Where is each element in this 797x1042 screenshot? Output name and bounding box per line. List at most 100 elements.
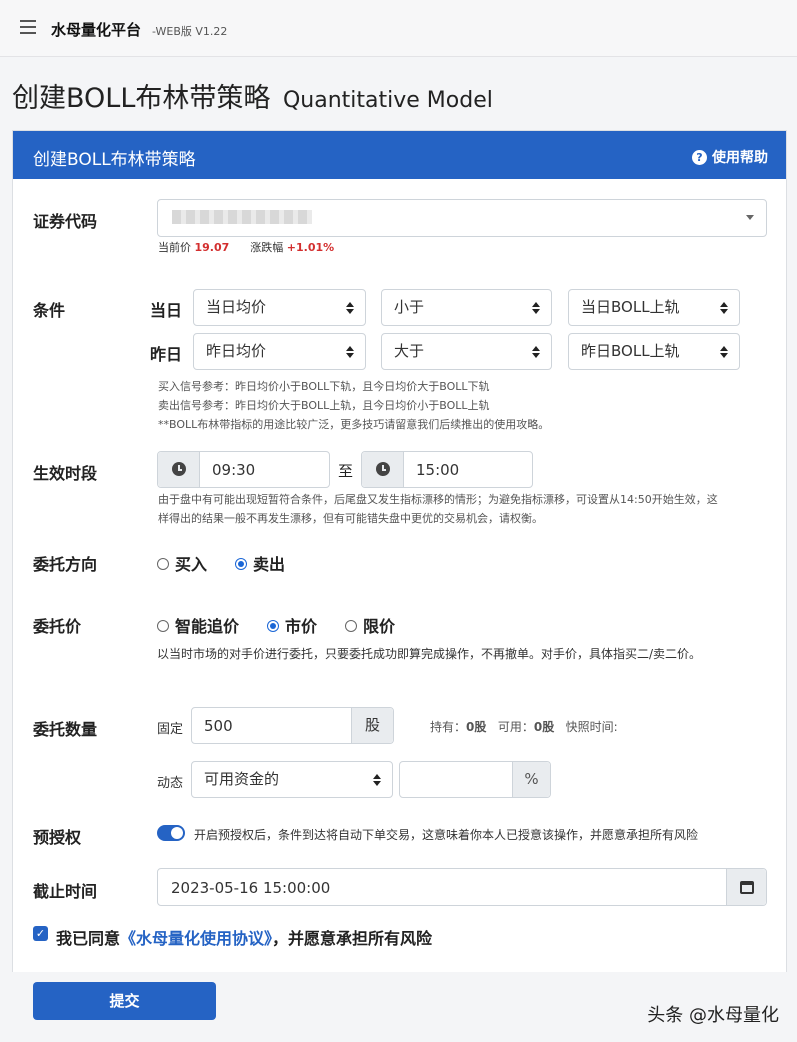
radio-off-icon <box>157 620 169 632</box>
help-label: 使用帮助 <box>712 150 768 166</box>
updown-icon <box>532 346 540 351</box>
updown-icon-lower <box>720 353 728 358</box>
quantity-label: 委托数量 <box>33 720 98 739</box>
watermark: 头条 @水母量化 <box>647 1005 779 1026</box>
period-label: 生效时段 <box>33 464 98 483</box>
fixed-label: 固定 <box>157 722 184 737</box>
signal-hints: 买入信号参考：昨日均价小于BOLL下轨，且今日均价大于BOLL下轨 卖出信号参考… <box>158 377 549 434</box>
direction-label: 委托方向 <box>33 555 98 574</box>
today-op-value: 小于 <box>394 298 425 316</box>
card-title: 创建BOLL布林带策略 <box>33 150 196 170</box>
yesterday-right-select[interactable]: 昨日BOLL上轨 <box>568 333 740 370</box>
updown-icon <box>720 302 728 307</box>
snapshot-label: 快照时间: <box>565 720 618 734</box>
start-time-input[interactable]: 09:30 <box>157 451 330 488</box>
pct-input[interactable]: % <box>399 761 551 798</box>
yesterday-op-value: 大于 <box>394 342 425 360</box>
price-note: 以当时市场的对手价进行委托，只要委托成功即算完成操作，不再撤单。对手价，具体指买… <box>157 647 702 661</box>
agreement-prefix: 我已同意 <box>56 929 121 948</box>
yesterday-op-select[interactable]: 大于 <box>381 333 552 370</box>
agreement-link[interactable]: 《水母量化使用协议》 <box>120 929 272 948</box>
conditions-label: 条件 <box>33 301 66 320</box>
updown-icon-lower <box>532 309 540 314</box>
preauth-label: 预授权 <box>33 828 82 847</box>
today-right-select[interactable]: 当日BOLL上轨 <box>568 289 740 326</box>
price-smart-radio[interactable]: 智能追价 <box>157 613 239 637</box>
page-title-main: 创建BOLL布林带策略 <box>12 83 271 114</box>
menu-icon[interactable] <box>20 20 36 34</box>
today-op-select[interactable]: 小于 <box>381 289 552 326</box>
direction-buy-radio[interactable]: 买入 <box>157 551 207 575</box>
deadline-value: 2023-05-16 15:00:00 <box>171 879 331 897</box>
radio-on-icon <box>235 558 247 570</box>
updown-icon <box>346 346 354 351</box>
change-label: 涨跌幅 <box>250 241 284 254</box>
preauth-text: 开启预授权后，条件到达将自动下单交易，这意味着你本人已授意该操作，并愿意承担所有… <box>194 828 699 842</box>
help-link[interactable]: ? 使用帮助 <box>692 147 768 167</box>
limit-label: 限价 <box>363 617 396 636</box>
app-name: 水母量化平台 <box>51 21 142 39</box>
updown-icon <box>532 302 540 307</box>
buy-label: 买入 <box>175 555 208 574</box>
calendar-addon[interactable] <box>726 869 766 905</box>
yesterday-left-value: 昨日均价 <box>206 342 267 360</box>
today-left-select[interactable]: 当日均价 <box>193 289 366 326</box>
check-icon: ✓ <box>35 927 46 940</box>
unit-addon: 股 <box>351 708 393 743</box>
fixed-qty-input[interactable]: 500 股 <box>191 707 394 744</box>
hint-sell: 卖出信号参考：昨日均价大于BOLL上轨，且今日均价小于BOLL上轨 <box>158 399 490 412</box>
updown-icon-lower <box>346 353 354 358</box>
period-note: 由于盘中有可能出现短暂符合条件，后尾盘又发生指标漂移的情形；为避免指标漂移，可设… <box>158 490 718 528</box>
end-time-value: 15:00 <box>416 461 460 479</box>
clock-icon <box>375 462 390 476</box>
hint-note: **BOLL布林带指标的用途比较广泛，更多技巧请留意我们后续推出的使用攻略。 <box>158 418 550 431</box>
fixed-qty-value: 500 <box>204 717 233 735</box>
deadline-input[interactable]: 2023-05-16 15:00:00 <box>157 868 767 906</box>
price-label: 委托价 <box>33 617 82 636</box>
deadline-label: 截止时间 <box>33 882 98 901</box>
security-select[interactable] <box>157 199 767 237</box>
calendar-icon <box>739 881 754 894</box>
dynamic-select[interactable]: 可用资金的 <box>191 761 393 798</box>
start-time-value: 09:30 <box>212 461 256 479</box>
agreement-checkbox[interactable]: ✓ <box>33 926 48 941</box>
change-value: +1.01% <box>286 241 335 254</box>
page-title: 创建BOLL布林带策略 Quantitative Model <box>12 76 493 115</box>
updown-icon <box>346 302 354 307</box>
direction-sell-radio[interactable]: 卖出 <box>235 551 285 575</box>
smart-label: 智能追价 <box>175 617 240 636</box>
hint-buy: 买入信号参考：昨日均价小于BOLL下轨，且今日均价大于BOLL下轨 <box>158 380 490 393</box>
price-info: 当前价 19.07 涨跌幅 +1.01% <box>158 238 334 257</box>
hold-label: 持有： <box>430 720 467 734</box>
caret-down-icon <box>746 215 754 220</box>
updown-icon-lower <box>373 781 381 786</box>
dynamic-label: 动态 <box>157 776 184 791</box>
today-label: 当日 <box>150 301 183 320</box>
price-limit-radio[interactable]: 限价 <box>345 613 395 637</box>
end-clock-addon <box>362 452 404 487</box>
updown-icon <box>720 346 728 351</box>
question-icon: ? <box>692 150 707 165</box>
avail-label: 可用： <box>497 720 534 734</box>
preauth-toggle[interactable] <box>157 825 185 841</box>
card-header: 创建BOLL布林带策略 ? 使用帮助 <box>13 131 786 179</box>
yesterday-label: 昨日 <box>150 345 183 364</box>
clock-icon <box>171 462 186 476</box>
submit-button[interactable]: 提交 <box>33 982 216 1020</box>
agreement-suffix: ，并愿意承担所有风险 <box>272 929 433 948</box>
current-price: 19.07 <box>194 241 230 254</box>
end-time-input[interactable]: 15:00 <box>361 451 533 488</box>
top-bar: 水母量化平台 -WEB版 V1.22 <box>0 0 797 57</box>
yesterday-left-select[interactable]: 昨日均价 <box>193 333 366 370</box>
market-label: 市价 <box>285 617 318 636</box>
updown-icon-lower <box>532 353 540 358</box>
updown-icon-lower <box>720 309 728 314</box>
dynamic-select-value: 可用资金的 <box>204 770 280 788</box>
today-left-value: 当日均价 <box>206 298 267 316</box>
avail-value: 0股 <box>533 720 555 734</box>
radio-off-icon <box>157 558 169 570</box>
app-version: -WEB版 V1.22 <box>152 25 228 38</box>
yesterday-right-value: 昨日BOLL上轨 <box>581 342 680 360</box>
radio-on-icon <box>267 620 279 632</box>
price-market-radio[interactable]: 市价 <box>267 613 317 637</box>
